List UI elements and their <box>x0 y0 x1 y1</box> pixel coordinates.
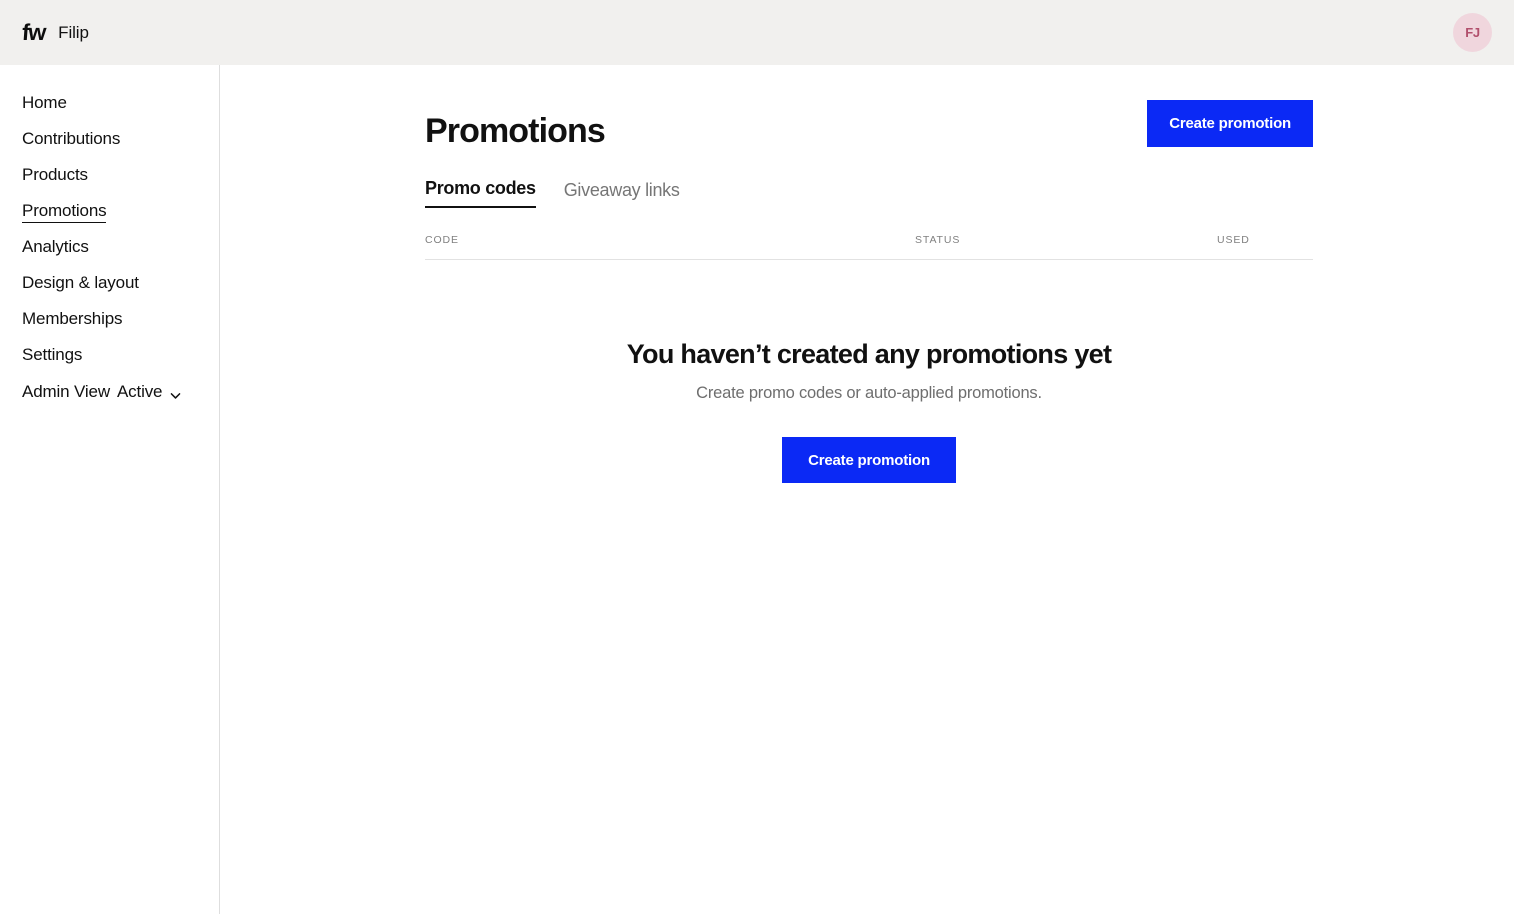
admin-view-value: Active <box>116 382 163 401</box>
table-header-row: CODE STATUS USED <box>425 234 1313 261</box>
sidebar: Home Contributions Products Promotions A… <box>0 65 220 914</box>
sidebar-item-design-layout[interactable]: Design & layout <box>0 266 219 302</box>
sidebar-item-label: Products <box>22 165 88 184</box>
sidebar-item-contributions[interactable]: Contributions <box>0 122 219 158</box>
sidebar-item-home[interactable]: Home <box>0 86 219 122</box>
page-header: Promotions Create promotion <box>425 100 1313 151</box>
sidebar-item-settings[interactable]: Settings <box>0 338 219 374</box>
column-header-used: USED <box>1217 234 1250 247</box>
sidebar-item-label: Promotions <box>22 202 107 223</box>
sidebar-item-promotions[interactable]: Promotions <box>0 194 219 230</box>
tab-giveaway-links[interactable]: Giveaway links <box>564 181 680 208</box>
admin-view-label: Admin View <box>22 382 110 401</box>
admin-view-switcher[interactable]: Admin View Active <box>0 374 219 410</box>
column-header-status: STATUS <box>915 234 961 247</box>
top-bar: fw Filip FJ <box>0 0 1514 65</box>
sidebar-item-label: Memberships <box>22 309 123 328</box>
promotions-page: Promotions Create promotion Promo codes … <box>425 65 1313 484</box>
create-promotion-button[interactable]: Create promotion <box>1147 100 1313 147</box>
column-header-code: CODE <box>425 234 459 247</box>
brand[interactable]: fw Filip <box>21 19 89 45</box>
empty-state-title: You haven’t created any promotions yet <box>626 339 1112 370</box>
chevron-down-icon <box>169 387 182 400</box>
brand-name: Filip <box>58 22 89 42</box>
sidebar-item-label: Settings <box>22 345 83 364</box>
main-content: Promotions Create promotion Promo codes … <box>221 65 1514 914</box>
tab-bar: Promo codes Giveaway links <box>425 179 1313 209</box>
promotions-table: CODE STATUS USED <box>425 234 1313 261</box>
tab-promo-codes[interactable]: Promo codes <box>425 179 536 209</box>
sidebar-item-label: Contributions <box>22 129 121 148</box>
sidebar-item-products[interactable]: Products <box>0 158 219 194</box>
sidebar-item-label: Design & layout <box>22 273 139 292</box>
empty-state-cta-wrapper: Create promotion <box>425 437 1313 484</box>
sidebar-item-analytics[interactable]: Analytics <box>0 230 219 266</box>
page-title: Promotions <box>425 112 606 150</box>
empty-state-create-promotion-button[interactable]: Create promotion <box>782 437 956 484</box>
avatar[interactable]: FJ <box>1453 13 1492 52</box>
sidebar-item-label: Analytics <box>22 237 89 256</box>
sidebar-item-label: Home <box>22 93 67 112</box>
empty-state: You haven’t created any promotions yet C… <box>425 260 1313 484</box>
fw-logo-icon: fw <box>21 19 47 45</box>
avatar-initials: FJ <box>1465 25 1480 40</box>
sidebar-item-memberships[interactable]: Memberships <box>0 302 219 338</box>
empty-state-subtitle: Create promo codes or auto-applied promo… <box>696 384 1042 403</box>
